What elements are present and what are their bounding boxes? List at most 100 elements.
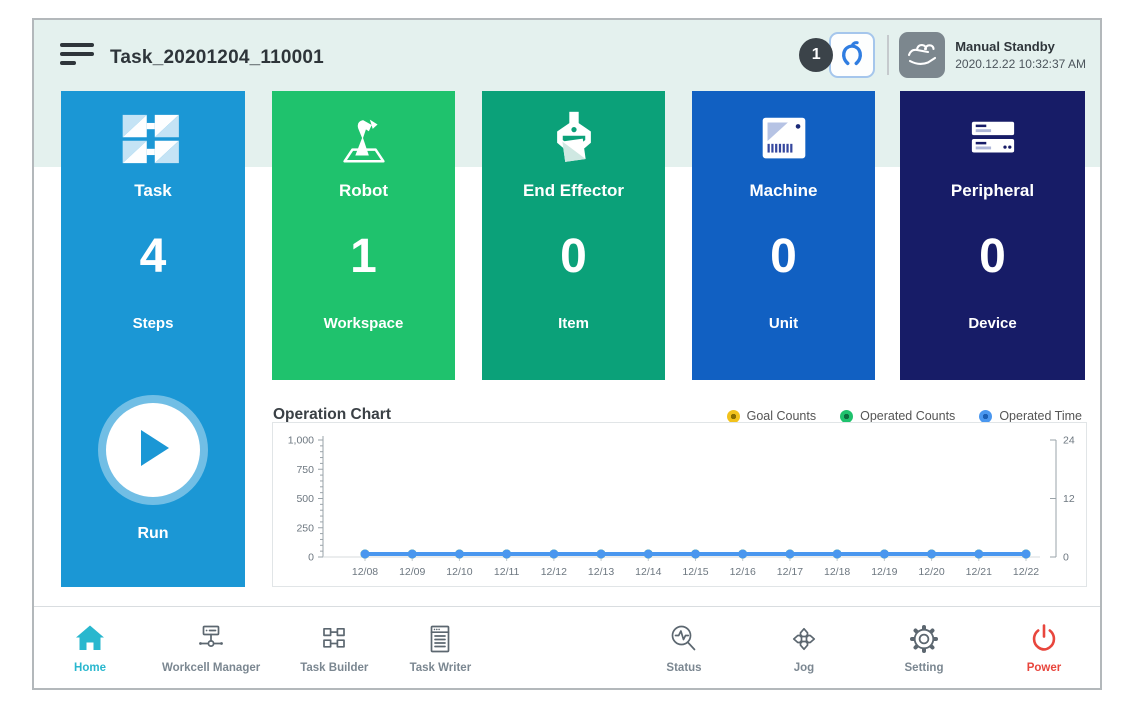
page-title: Task_20201204_110001 [110, 47, 324, 69]
nav-label: Task Writer [410, 662, 472, 674]
machine-icon [692, 109, 875, 169]
notification-badge: 1 [799, 38, 833, 72]
svg-text:12/15: 12/15 [682, 566, 708, 578]
svg-text:12/16: 12/16 [730, 566, 756, 578]
svg-text:0: 0 [308, 552, 314, 564]
svg-text:12/10: 12/10 [446, 566, 472, 578]
mode-label: Manual Standby [955, 38, 1086, 56]
task-writer-icon [422, 622, 458, 659]
card-value: 0 [900, 233, 1085, 281]
task-builder-icon [316, 622, 352, 659]
card-title: End Effector [482, 181, 665, 201]
card-unit: Steps [61, 315, 245, 332]
tool-gripper-button[interactable] [829, 32, 875, 78]
play-icon [133, 426, 173, 475]
nav-workcell-manager[interactable]: Workcell Manager [162, 622, 260, 674]
nav-task-writer[interactable]: Task Writer [408, 622, 472, 674]
svg-text:250: 250 [296, 522, 314, 534]
nav-label: Jog [794, 662, 814, 674]
setting-icon [906, 622, 942, 659]
nav-task-builder[interactable]: Task Builder [300, 622, 368, 674]
nav-power[interactable]: Power [1012, 622, 1076, 674]
card-value: 0 [692, 233, 875, 281]
task-card[interactable]: Task 4 Steps Run [61, 91, 245, 587]
svg-text:500: 500 [296, 493, 314, 505]
nav-label: Home [74, 662, 106, 674]
robot-arm-icon [272, 109, 455, 169]
legend-label: Operated Counts [860, 409, 955, 423]
robot-card[interactable]: Robot 1 Workspace [272, 91, 455, 380]
svg-text:12/12: 12/12 [541, 566, 567, 578]
svg-text:12/21: 12/21 [966, 566, 992, 578]
operated-time-dot-icon [979, 410, 992, 423]
svg-text:12/08: 12/08 [352, 566, 378, 578]
svg-text:750: 750 [296, 464, 314, 476]
manual-mode-button[interactable] [899, 32, 945, 78]
card-title: Robot [272, 181, 455, 201]
bottom-navigation: Home Workcell Manager [34, 606, 1100, 688]
header-divider [887, 35, 889, 75]
header-right-cluster: 1 Manual Standby 2020.12.22 [799, 30, 1086, 80]
nav-label: Workcell Manager [162, 662, 260, 674]
legend-label: Goal Counts [747, 409, 816, 423]
run-button[interactable] [106, 403, 200, 497]
status-icon [666, 622, 702, 659]
server-stack-icon [900, 109, 1085, 169]
svg-text:0: 0 [1063, 552, 1069, 564]
nav-status[interactable]: Status [652, 622, 716, 674]
svg-text:24: 24 [1063, 435, 1075, 447]
workcell-manager-icon [193, 622, 229, 659]
card-value: 1 [272, 233, 455, 281]
nav-label: Setting [905, 662, 944, 674]
operated-counts-dot-icon [840, 410, 853, 423]
nav-label: Status [666, 662, 701, 674]
card-title: Task [61, 181, 245, 201]
app-window: Task_20201204_110001 1 Man [32, 18, 1102, 690]
svg-text:12/19: 12/19 [871, 566, 897, 578]
nav-label: Task Builder [300, 662, 368, 674]
run-label: Run [61, 525, 245, 543]
svg-text:12: 12 [1063, 493, 1075, 505]
card-title: Machine [692, 181, 875, 201]
mode-status: Manual Standby 2020.12.22 10:32:37 AM [955, 38, 1086, 72]
svg-text:12/20: 12/20 [918, 566, 944, 578]
menu-button[interactable] [60, 43, 94, 69]
nav-jog[interactable]: Jog [772, 622, 836, 674]
card-unit: Item [482, 315, 665, 332]
nav-label: Power [1027, 662, 1062, 674]
gripper-tool-icon [836, 38, 868, 73]
power-icon [1026, 622, 1062, 659]
chart-legend: Goal Counts Operated Counts Operated Tim… [727, 409, 1082, 423]
card-unit: Unit [692, 315, 875, 332]
end-effector-card[interactable]: End Effector 0 Item [482, 91, 665, 380]
svg-text:12/09: 12/09 [399, 566, 425, 578]
legend-label: Operated Time [999, 409, 1082, 423]
home-icon [72, 622, 108, 659]
card-unit: Device [900, 315, 1085, 332]
hand-icon [905, 38, 939, 73]
card-value: 0 [482, 233, 665, 281]
nav-setting[interactable]: Setting [892, 622, 956, 674]
legend-goal-counts[interactable]: Goal Counts [727, 409, 816, 423]
svg-text:12/18: 12/18 [824, 566, 850, 578]
operation-chart: 0 250 500 750 1,000 12/08 12/09 12/10 12/11 12/12… [272, 422, 1087, 587]
legend-operated-counts[interactable]: Operated Counts [840, 409, 955, 423]
svg-text:12/22: 12/22 [1013, 566, 1039, 578]
card-title: Peripheral [900, 181, 1085, 201]
task-blocks-icon [61, 109, 245, 169]
svg-text:12/14: 12/14 [635, 566, 661, 578]
svg-text:12/13: 12/13 [588, 566, 614, 578]
peripheral-card[interactable]: Peripheral 0 Device [900, 91, 1085, 380]
svg-text:1,000: 1,000 [288, 435, 314, 447]
machine-card[interactable]: Machine 0 Unit [692, 91, 875, 380]
gripper-icon [482, 109, 665, 169]
svg-text:12/11: 12/11 [494, 566, 520, 578]
card-unit: Workspace [272, 315, 455, 332]
datetime-label: 2020.12.22 10:32:37 AM [955, 56, 1086, 72]
svg-text:12/17: 12/17 [777, 566, 803, 578]
jog-icon [786, 622, 822, 659]
goal-counts-dot-icon [727, 410, 740, 423]
nav-home[interactable]: Home [58, 622, 122, 674]
card-value: 4 [61, 233, 245, 281]
legend-operated-time[interactable]: Operated Time [979, 409, 1082, 423]
